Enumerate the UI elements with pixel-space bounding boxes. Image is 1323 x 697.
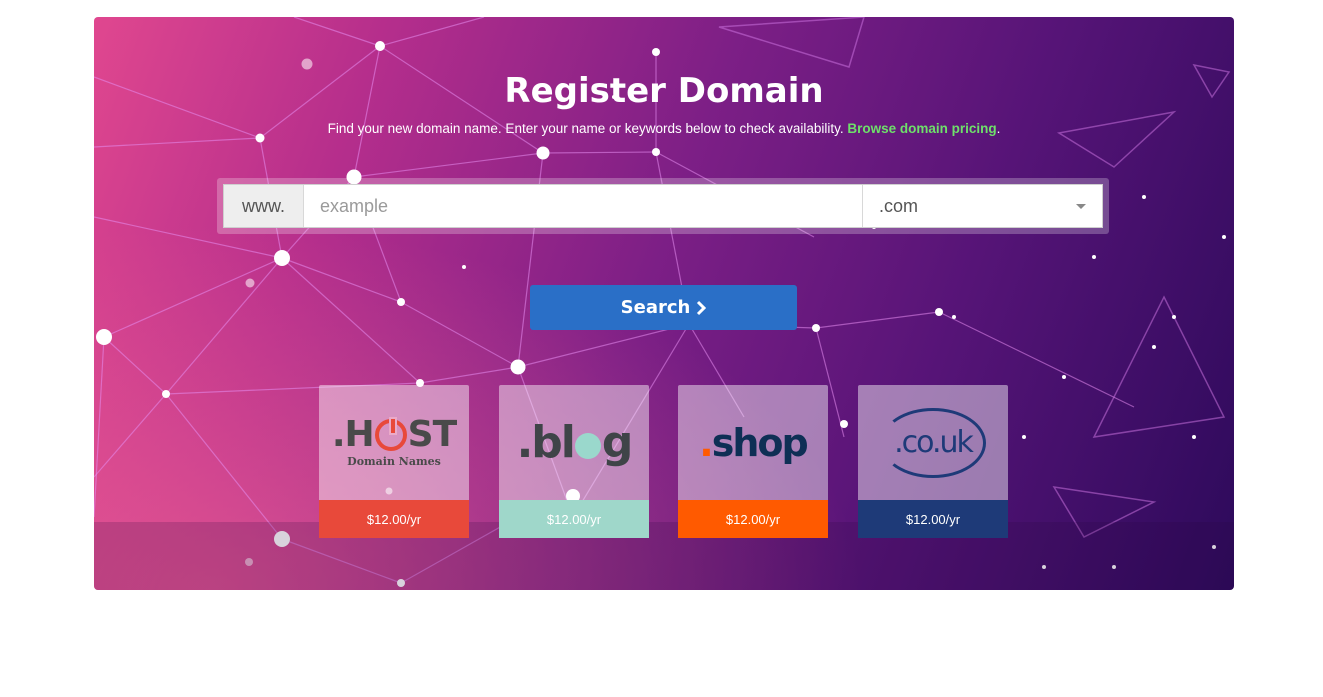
domain-search-box: www. .com — [217, 178, 1109, 234]
blog-logo: .bl g — [516, 417, 634, 468]
subtitle-text: Find your new domain name. Enter your na… — [327, 121, 844, 136]
tld-logo-shop: . shop — [678, 385, 828, 500]
domain-search-row: www. .com — [223, 184, 1103, 228]
search-button-label: Search — [620, 297, 691, 318]
chevron-down-icon — [1076, 203, 1086, 209]
tld-logo-couk: .co.uk — [858, 385, 1008, 500]
hero-subtitle: Find your new domain name. Enter your na… — [94, 121, 1234, 136]
tld-select[interactable]: .com — [862, 185, 1102, 227]
search-button[interactable]: Search — [530, 285, 797, 330]
tld-price: $12.00/yr — [499, 500, 649, 538]
subtitle-period: . — [996, 121, 1001, 136]
www-prefix: www. — [224, 185, 304, 227]
tld-price: $12.00/yr — [678, 500, 828, 538]
hero-bottom-band — [94, 522, 1234, 590]
tld-logo-blog: .bl g — [499, 385, 649, 500]
tld-card-shop[interactable]: . shop $12.00/yr — [678, 385, 828, 538]
page-title: Register Domain — [504, 71, 824, 111]
chevron-right-icon — [697, 300, 707, 315]
tld-card-host[interactable]: .H ST Domain Names $12.00/yr — [319, 385, 469, 538]
tld-price: $12.00/yr — [319, 500, 469, 538]
couk-logo: .co.uk — [880, 407, 986, 478]
tld-price: $12.00/yr — [858, 500, 1008, 538]
tld-card-blog[interactable]: .bl g $12.00/yr — [499, 385, 649, 538]
shop-logo: . shop — [699, 420, 808, 465]
hero-banner: Register Domain Find your new domain nam… — [94, 17, 1234, 590]
tld-selected-value: .com — [879, 195, 919, 216]
tld-logo-host: .H ST Domain Names — [319, 385, 469, 500]
host-logo-subtext: Domain Names — [347, 455, 441, 468]
tld-card-couk[interactable]: .co.uk $12.00/yr — [858, 385, 1008, 538]
power-icon — [374, 417, 407, 451]
blog-o-circle-icon — [574, 432, 601, 459]
host-logo: .H ST — [331, 414, 457, 455]
domain-name-input[interactable] — [304, 185, 862, 227]
browse-pricing-link[interactable]: Browse domain pricing — [847, 121, 996, 136]
